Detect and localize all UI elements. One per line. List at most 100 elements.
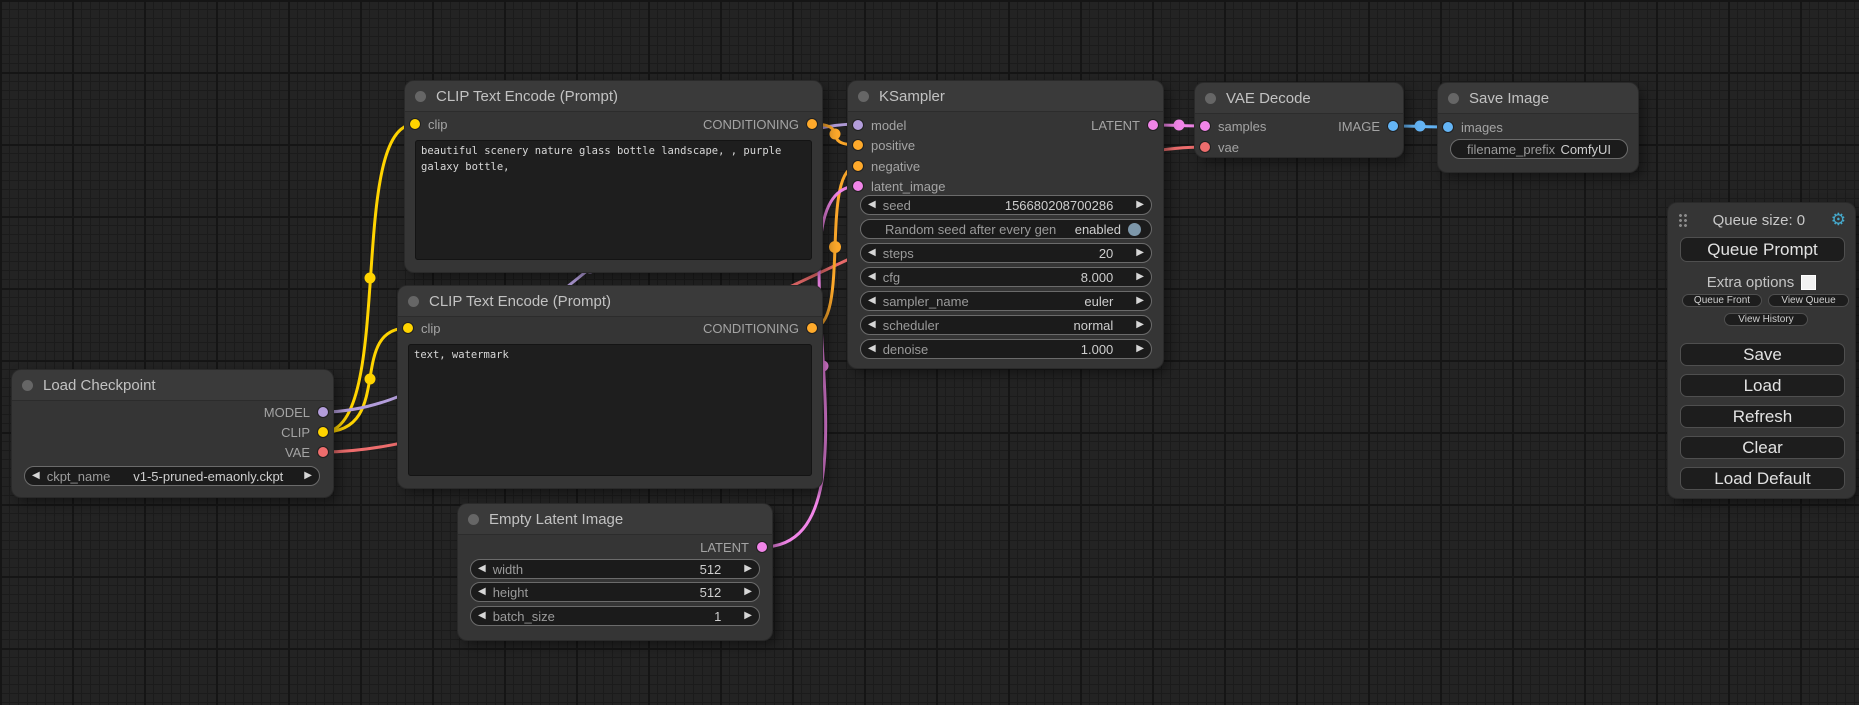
height-widget[interactable]: ◀ height 512 ▶	[470, 582, 760, 602]
view-queue-button[interactable]: View Queue	[1768, 294, 1849, 307]
random-seed-widget[interactable]: Random seed after every gen enabled	[860, 219, 1152, 239]
batch-size-widget[interactable]: ◀ batch_size 1 ▶	[470, 606, 760, 626]
node-title-bar[interactable]: Save Image	[1438, 83, 1638, 114]
increment-arrow-icon[interactable]: ▶	[737, 587, 759, 597]
collapse-dot-icon[interactable]	[408, 296, 419, 307]
conditioning-port-icon[interactable]	[853, 161, 863, 171]
clip-port-icon[interactable]	[318, 427, 328, 437]
increment-arrow-icon[interactable]: ▶	[297, 471, 319, 481]
decrement-arrow-icon[interactable]: ◀	[861, 344, 883, 354]
increment-arrow-icon[interactable]: ▶	[1129, 200, 1151, 210]
steps-widget[interactable]: ◀ steps 20 ▶	[860, 243, 1152, 263]
node-title-bar[interactable]: VAE Decode	[1195, 83, 1403, 114]
toggle-on-icon[interactable]	[1128, 223, 1141, 236]
clear-button[interactable]: Clear	[1680, 436, 1845, 459]
input-port-images[interactable]: images	[1443, 120, 1503, 134]
latent-port-icon[interactable]	[1200, 121, 1210, 131]
collapse-dot-icon[interactable]	[1205, 93, 1216, 104]
view-history-button[interactable]: View History	[1724, 313, 1808, 326]
output-port-latent[interactable]: LATENT	[700, 540, 767, 554]
decrement-arrow-icon[interactable]: ◀	[861, 296, 883, 306]
ckpt-name-widget[interactable]: ◀ ckpt_name v1-5-pruned-emaonly.ckpt ▶	[24, 466, 320, 486]
node-graph-canvas[interactable]: Load Checkpoint MODEL CLIP VAE ◀ ckpt_na…	[0, 0, 1859, 705]
queue-front-button[interactable]: Queue Front	[1682, 294, 1762, 307]
collapse-dot-icon[interactable]	[468, 514, 479, 525]
increment-arrow-icon[interactable]: ▶	[737, 564, 759, 574]
decrement-arrow-icon[interactable]: ◀	[471, 564, 493, 574]
prompt-textarea[interactable]: beautiful scenery nature glass bottle la…	[415, 140, 812, 260]
clip-port-icon[interactable]	[410, 119, 420, 129]
input-port-model[interactable]: model	[853, 118, 906, 132]
input-port-clip[interactable]: clip	[403, 321, 441, 335]
collapse-dot-icon[interactable]	[22, 380, 33, 391]
node-title-bar[interactable]: KSampler	[848, 81, 1163, 112]
decrement-arrow-icon[interactable]: ◀	[861, 272, 883, 282]
decrement-arrow-icon[interactable]: ◀	[471, 611, 493, 621]
latent-port-icon[interactable]	[853, 181, 863, 191]
increment-arrow-icon[interactable]: ▶	[1129, 272, 1151, 282]
latent-port-icon[interactable]	[1148, 120, 1158, 130]
output-port-vae[interactable]: VAE	[178, 445, 328, 459]
model-port-icon[interactable]	[853, 120, 863, 130]
vae-port-icon[interactable]	[1200, 142, 1210, 152]
increment-arrow-icon[interactable]: ▶	[1129, 296, 1151, 306]
input-port-negative[interactable]: negative	[853, 159, 920, 173]
denoise-widget[interactable]: ◀ denoise 1.000 ▶	[860, 339, 1152, 359]
node-title-bar[interactable]: CLIP Text Encode (Prompt)	[398, 286, 822, 317]
conditioning-port-icon[interactable]	[807, 119, 817, 129]
drag-handle-icon[interactable]	[1678, 213, 1687, 227]
output-port-conditioning[interactable]: CONDITIONING	[703, 321, 817, 335]
widget-label: scheduler	[883, 318, 939, 333]
queue-size-label: Queue size: 0	[1687, 212, 1831, 229]
collapse-dot-icon[interactable]	[415, 91, 426, 102]
node-title-bar[interactable]: Load Checkpoint	[12, 370, 333, 401]
node-title-bar[interactable]: CLIP Text Encode (Prompt)	[405, 81, 822, 112]
node-load-checkpoint: Load Checkpoint MODEL CLIP VAE ◀ ckpt_na…	[12, 370, 333, 497]
queue-prompt-button[interactable]: Queue Prompt	[1680, 237, 1845, 262]
conditioning-port-icon[interactable]	[853, 140, 863, 150]
output-port-conditioning[interactable]: CONDITIONING	[703, 117, 817, 131]
collapse-dot-icon[interactable]	[858, 91, 869, 102]
output-port-latent[interactable]: LATENT	[1091, 118, 1158, 132]
filename-prefix-widget[interactable]: filename_prefix ComfyUI	[1450, 139, 1628, 159]
increment-arrow-icon[interactable]: ▶	[737, 611, 759, 621]
input-port-samples[interactable]: samples	[1200, 119, 1266, 133]
input-port-positive[interactable]: positive	[853, 138, 915, 152]
collapse-dot-icon[interactable]	[1448, 93, 1459, 104]
settings-gear-icon[interactable]: ⚙	[1831, 210, 1846, 230]
scheduler-widget[interactable]: ◀ scheduler normal ▶	[860, 315, 1152, 335]
latent-port-icon[interactable]	[757, 542, 767, 552]
extra-options-checkbox[interactable]	[1801, 275, 1816, 290]
width-widget[interactable]: ◀ width 512 ▶	[470, 559, 760, 579]
model-port-icon[interactable]	[318, 407, 328, 417]
decrement-arrow-icon[interactable]: ◀	[861, 200, 883, 210]
clip-port-icon[interactable]	[403, 323, 413, 333]
output-port-image[interactable]: IMAGE	[1338, 119, 1398, 133]
conditioning-port-icon[interactable]	[807, 323, 817, 333]
load-default-button[interactable]: Load Default	[1680, 467, 1845, 490]
increment-arrow-icon[interactable]: ▶	[1129, 248, 1151, 258]
output-port-model[interactable]: MODEL	[178, 405, 328, 419]
seed-widget[interactable]: ◀ seed 156680208700286 ▶	[860, 195, 1152, 215]
prompt-textarea[interactable]: text, watermark	[408, 344, 812, 476]
increment-arrow-icon[interactable]: ▶	[1129, 344, 1151, 354]
output-port-clip[interactable]: CLIP	[178, 425, 328, 439]
decrement-arrow-icon[interactable]: ◀	[471, 587, 493, 597]
sampler-name-widget[interactable]: ◀ sampler_name euler ▶	[860, 291, 1152, 311]
input-port-vae[interactable]: vae	[1200, 140, 1239, 154]
load-button[interactable]: Load	[1680, 374, 1845, 397]
image-port-icon[interactable]	[1443, 122, 1453, 132]
decrement-arrow-icon[interactable]: ◀	[861, 248, 883, 258]
decrement-arrow-icon[interactable]: ◀	[25, 471, 47, 481]
increment-arrow-icon[interactable]: ▶	[1129, 320, 1151, 330]
node-title-bar[interactable]: Empty Latent Image	[458, 504, 772, 535]
input-port-clip[interactable]: clip	[410, 117, 448, 131]
input-port-latent-image[interactable]: latent_image	[853, 179, 945, 193]
vae-port-icon[interactable]	[318, 447, 328, 457]
refresh-button[interactable]: Refresh	[1680, 405, 1845, 428]
decrement-arrow-icon[interactable]: ◀	[861, 320, 883, 330]
cfg-widget[interactable]: ◀ cfg 8.000 ▶	[860, 267, 1152, 287]
port-label: negative	[871, 159, 920, 174]
save-button[interactable]: Save	[1680, 343, 1845, 366]
image-port-icon[interactable]	[1388, 121, 1398, 131]
